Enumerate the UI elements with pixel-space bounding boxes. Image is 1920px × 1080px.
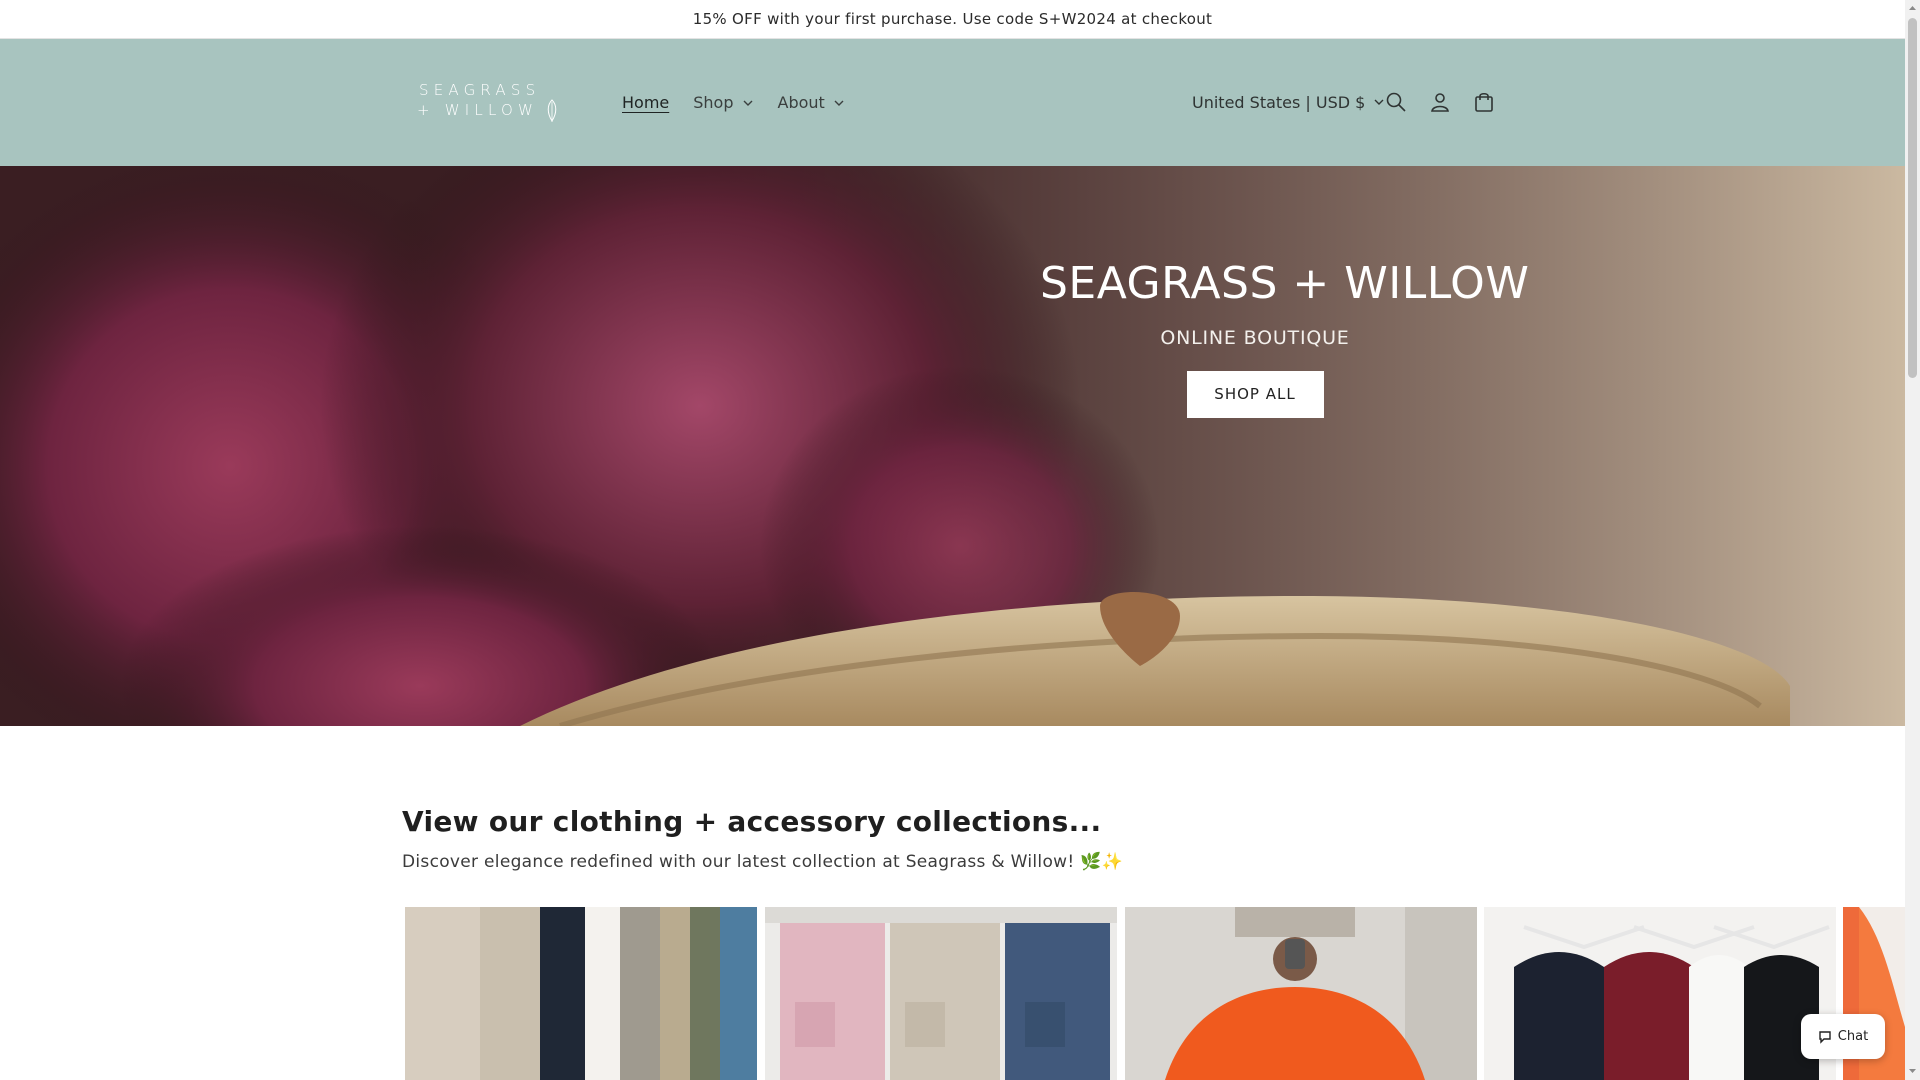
hero-subtitle: ONLINE BOUTIQUE	[1160, 327, 1350, 349]
search-button[interactable]	[1382, 88, 1410, 116]
collection-image	[405, 907, 757, 1080]
nav-home[interactable]: Home	[622, 93, 669, 112]
collection-card[interactable]	[1484, 907, 1836, 1080]
collection-image	[765, 907, 1117, 1080]
chat-button[interactable]: Chat	[1801, 1014, 1885, 1059]
country-selector[interactable]: United States | USD $	[1192, 89, 1385, 115]
site-header: SEAGRASS + WILLOW Home Shop About United…	[0, 39, 1905, 166]
country-selector-label: United States | USD $	[1192, 92, 1366, 112]
account-icon	[1431, 93, 1449, 112]
chat-icon	[1819, 1030, 1831, 1044]
collections-description: Discover elegance redefined with our lat…	[402, 852, 1124, 872]
chat-label: Chat	[1837, 1029, 1869, 1044]
scroll-down-icon[interactable]	[1908, 1066, 1917, 1075]
account-button[interactable]	[1426, 88, 1454, 116]
chevron-down-icon	[743, 100, 752, 106]
collection-image	[1484, 907, 1836, 1080]
collection-card[interactable]	[1125, 907, 1477, 1080]
nav-about-label: About	[777, 93, 825, 112]
hero-image	[0, 166, 1905, 726]
nav-about[interactable]: About	[778, 93, 845, 112]
collection-image	[1125, 907, 1477, 1080]
collections-heading: View our clothing + accessory collection…	[402, 805, 1102, 838]
nav-home-label: Home	[622, 93, 670, 112]
scroll-up-icon[interactable]	[1908, 4, 1917, 13]
scrollbar-thumb[interactable]	[1908, 18, 1917, 378]
nav-shop-label: Shop	[693, 93, 734, 112]
logo-line2: + WILLOW	[417, 101, 539, 119]
announcement-text: 15% OFF with your first purchase. Use co…	[692, 10, 1213, 28]
site-logo[interactable]: SEAGRASS + WILLOW	[415, 79, 565, 127]
chevron-down-icon	[834, 100, 844, 106]
hero-banner: SEAGRASS + WILLOW ONLINE BOUTIQUE SHOP A…	[0, 166, 1905, 726]
main-nav: Home Shop About	[622, 39, 869, 166]
cart-button[interactable]	[1470, 88, 1498, 116]
collection-card[interactable]	[405, 907, 757, 1080]
hero-title: SEAGRASS + WILLOW	[1040, 258, 1530, 309]
page-scrollbar[interactable]	[1905, 0, 1920, 1080]
hero-content: SEAGRASS + WILLOW ONLINE BOUTIQUE SHOP A…	[1040, 258, 1530, 418]
announcement-bar: 15% OFF with your first purchase. Use co…	[0, 0, 1905, 39]
collection-carousel	[405, 907, 1905, 1080]
logo-line1: SEAGRASS	[419, 81, 541, 99]
search-icon	[1386, 92, 1406, 112]
collection-card[interactable]	[765, 907, 1117, 1080]
leaf-icon	[547, 99, 557, 122]
nav-shop[interactable]: Shop	[693, 93, 753, 112]
cart-icon	[1475, 92, 1493, 112]
shop-all-button[interactable]: SHOP ALL	[1186, 371, 1324, 418]
